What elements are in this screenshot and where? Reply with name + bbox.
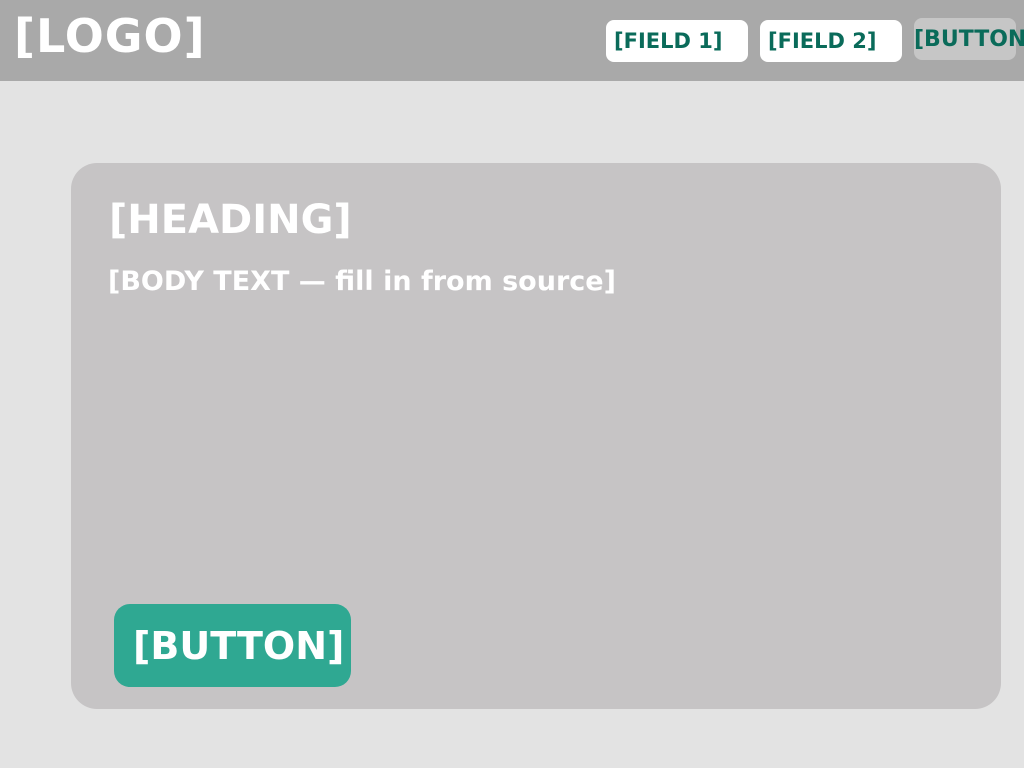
top-bar: [LOGO] [BUTTON] xyxy=(0,0,1024,81)
login-button[interactable]: [BUTTON] xyxy=(914,18,1024,60)
brand-logo: [LOGO] xyxy=(14,9,206,63)
intro-text: [BODY TEXT — fill in from source] xyxy=(108,266,616,297)
page-title: [HEADING] xyxy=(109,197,352,243)
content-card: [HEADING] [BODY TEXT — fill in from sour… xyxy=(71,163,1001,709)
password-input[interactable] xyxy=(760,20,902,62)
back-button[interactable]: [BUTTON] xyxy=(114,604,351,687)
username-input[interactable] xyxy=(606,20,748,62)
